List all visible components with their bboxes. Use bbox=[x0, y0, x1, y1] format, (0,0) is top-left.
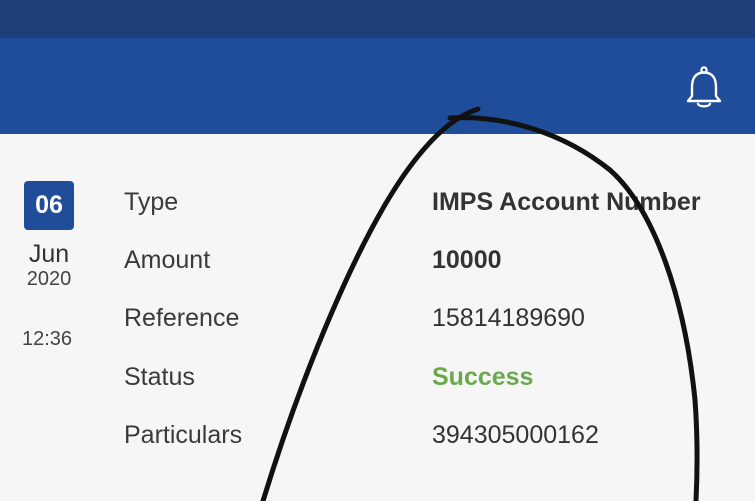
particulars-value: 394305000162 bbox=[432, 421, 599, 449]
bell-icon bbox=[686, 66, 722, 108]
status-value: Success bbox=[432, 363, 534, 391]
app-header bbox=[0, 38, 755, 134]
type-value: IMPS Account Number bbox=[432, 188, 701, 216]
day-badge: 06 bbox=[24, 181, 74, 230]
status-label: Status bbox=[124, 363, 195, 391]
amount-value: 10000 bbox=[432, 246, 502, 274]
month-label: Jun bbox=[28, 240, 70, 268]
time-label: 12:36 bbox=[21, 328, 73, 350]
reference-value: 15814189690 bbox=[432, 304, 585, 332]
reference-label: Reference bbox=[124, 304, 240, 332]
type-label: Type bbox=[124, 188, 179, 216]
notification-button[interactable] bbox=[684, 66, 724, 110]
particulars-label: Particulars bbox=[124, 421, 243, 449]
amount-label: Amount bbox=[124, 246, 211, 274]
year-label: 2020 bbox=[26, 268, 72, 290]
status-bar bbox=[0, 0, 755, 38]
